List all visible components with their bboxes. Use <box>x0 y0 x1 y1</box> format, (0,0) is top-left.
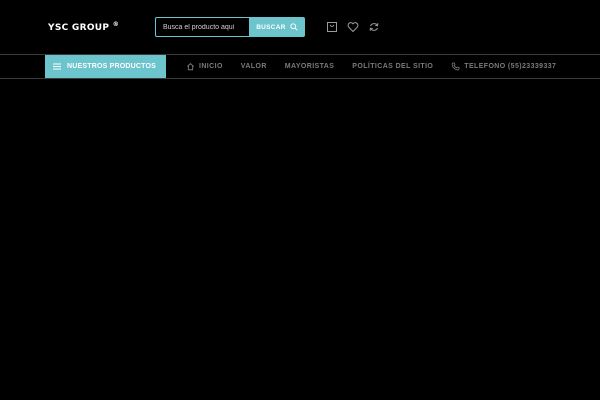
logo[interactable]: YSC GROUP ® <box>48 21 119 33</box>
search-button-label: BUSCAR <box>256 23 286 31</box>
nav-item-mayoristas[interactable]: MAYORISTAS <box>285 63 335 70</box>
logo-registered-mark: ® <box>112 21 120 28</box>
header-actions <box>326 20 380 33</box>
nav-item-telefono[interactable]: TELEFONO (55)23339337 <box>451 62 556 71</box>
nav-item-label: INICIO <box>199 63 223 70</box>
refresh-icon[interactable] <box>368 20 380 32</box>
header: YSC GROUP ® BUSCAR <box>0 0 600 54</box>
nav-item-label: MAYORISTAS <box>284 63 335 70</box>
main-nav: NUESTROS PRODUCTOS INICIO VALOR MAYORIST… <box>0 55 600 78</box>
nav-item-inicio[interactable]: INICIO <box>186 62 223 71</box>
search-input[interactable] <box>155 17 249 37</box>
search-icon <box>290 23 298 31</box>
products-menu-button[interactable]: NUESTROS PRODUCTOS <box>45 55 166 78</box>
nav-links: INICIO VALOR MAYORISTAS POLÍTICAS DEL SI… <box>186 55 556 78</box>
search-button[interactable]: BUSCAR <box>249 17 305 37</box>
home-icon <box>187 63 194 71</box>
products-menu-label: NUESTROS PRODUCTOS <box>67 63 157 70</box>
cart-icon[interactable] <box>326 20 338 32</box>
nav-item-label: TELEFONO (55)23339337 <box>464 63 557 70</box>
nav-item-label: VALOR <box>240 63 267 70</box>
logo-text: YSC GROUP <box>48 23 110 33</box>
phone-icon <box>451 62 460 71</box>
menu-icon <box>53 63 61 70</box>
search-bar: BUSCAR <box>155 17 305 37</box>
nav-divider <box>0 78 600 79</box>
heart-icon[interactable] <box>347 20 359 33</box>
nav-item-valor[interactable]: VALOR <box>241 63 267 70</box>
nav-item-politicas[interactable]: POLÍTICAS DEL SITIO <box>352 63 433 70</box>
nav-item-label: POLÍTICAS DEL SITIO <box>352 63 434 70</box>
